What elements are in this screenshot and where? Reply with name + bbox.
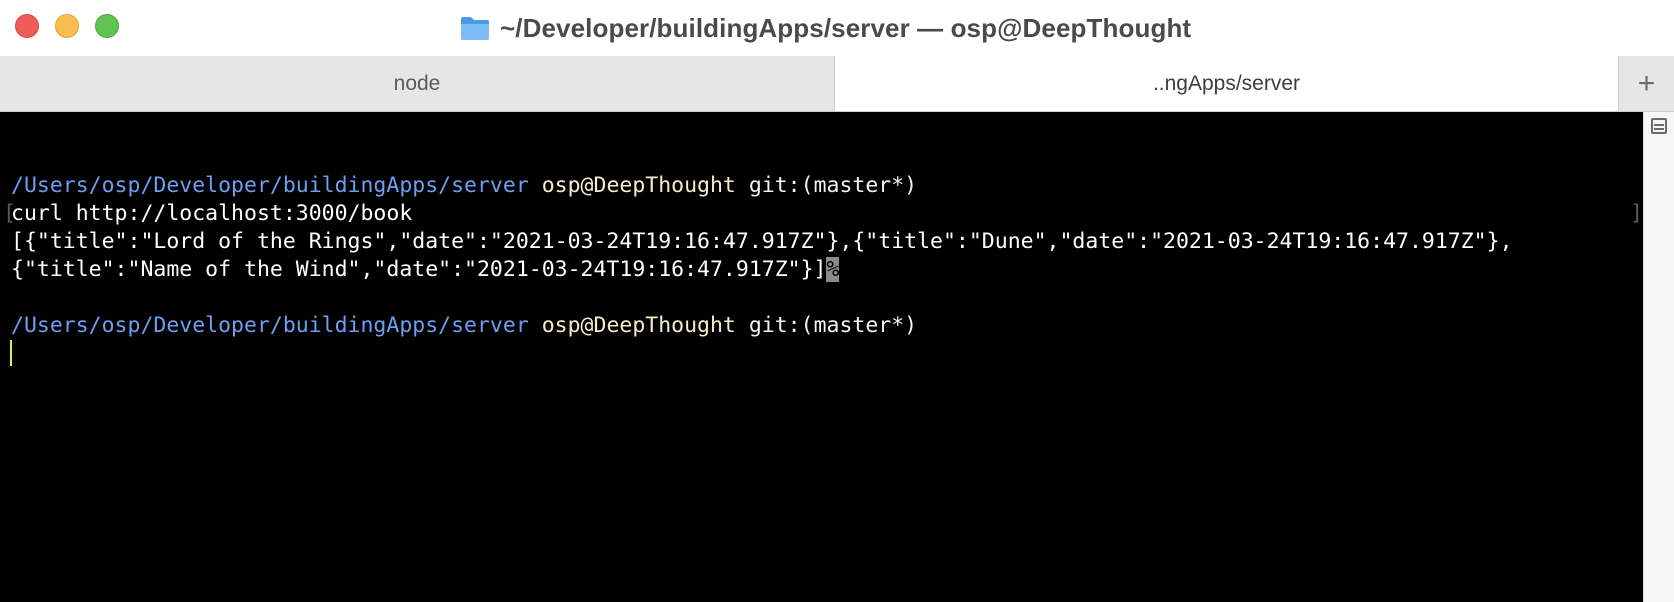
prompt-git-branch: git:(master*) <box>748 173 918 198</box>
output-line-2-text: {"title":"Name of the Wind","date":"2021… <box>11 257 827 282</box>
terminal-scrollbar[interactable] <box>1643 112 1674 602</box>
new-tab-button[interactable]: + <box>1619 56 1674 111</box>
line-mark-right: ] <box>1630 201 1643 226</box>
prompt-user: osp@DeepThought <box>541 173 736 198</box>
prompt-line-1: /Users/osp/Developer/buildingApps/server… <box>11 172 917 200</box>
text-cursor <box>10 340 12 366</box>
output-line-1: [{"title":"Lord of the Rings","date":"20… <box>11 229 1513 254</box>
prompt-git-branch: git:(master*) <box>748 313 918 338</box>
title-bar[interactable]: ~/Developer/buildingApps/server — osp@De… <box>0 0 1674 57</box>
maximize-window-button[interactable] <box>95 14 119 38</box>
no-newline-marker: % <box>826 257 840 282</box>
tab-bar: node ..ngApps/server + <box>0 56 1674 112</box>
prompt-path: /Users/osp/Developer/buildingApps/server <box>11 313 529 338</box>
minimize-window-button[interactable] <box>55 14 79 38</box>
command-line: curl http://localhost:3000/book <box>11 201 413 226</box>
tab-server[interactable]: ..ngApps/server <box>835 56 1619 111</box>
terminal-window: ~/Developer/buildingApps/server — osp@De… <box>0 0 1674 602</box>
prompt-user: osp@DeepThought <box>541 313 736 338</box>
terminal-output[interactable]: /Users/osp/Developer/buildingApps/server… <box>0 112 1643 602</box>
tab-node[interactable]: node <box>0 56 835 111</box>
prompt-path: /Users/osp/Developer/buildingApps/server <box>11 173 529 198</box>
split-pane-icon[interactable] <box>1651 118 1667 134</box>
window-title: ~/Developer/buildingApps/server — osp@De… <box>500 12 1192 43</box>
window-title-group: ~/Developer/buildingApps/server — osp@De… <box>460 10 1191 46</box>
folder-icon <box>461 17 489 40</box>
output-line-2: {"title":"Name of the Wind","date":"2021… <box>11 256 840 284</box>
prompt-line-2: /Users/osp/Developer/buildingApps/server… <box>11 312 917 340</box>
close-window-button[interactable] <box>15 14 39 38</box>
